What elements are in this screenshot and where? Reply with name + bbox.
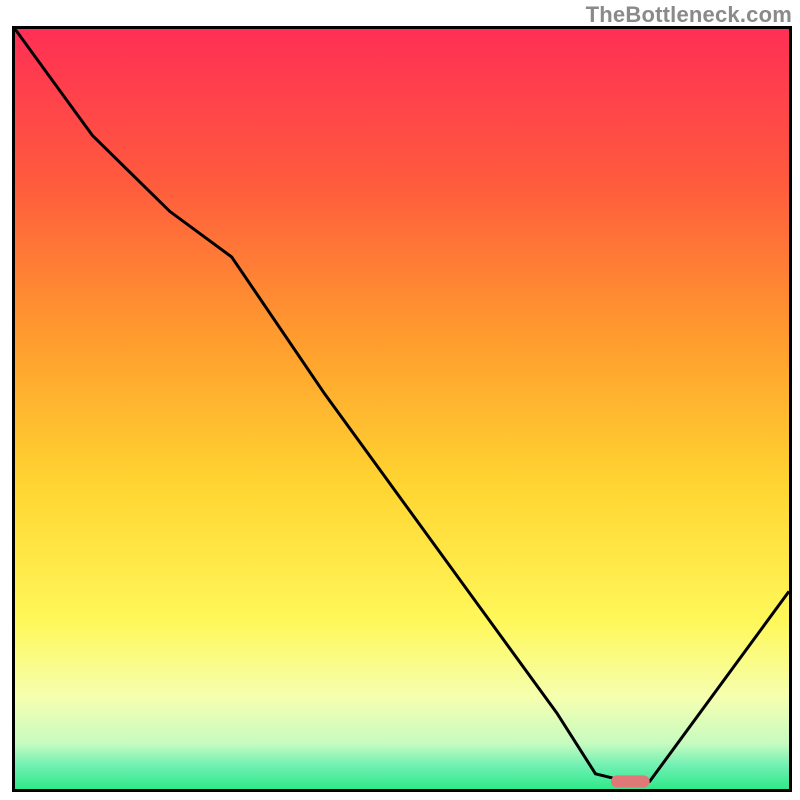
chart-svg <box>15 29 789 789</box>
chart-background-gradient <box>15 29 789 789</box>
watermark-text: TheBottleneck.com <box>586 2 792 28</box>
bottleneck-chart <box>12 26 792 792</box>
optimal-range-marker <box>611 775 650 787</box>
